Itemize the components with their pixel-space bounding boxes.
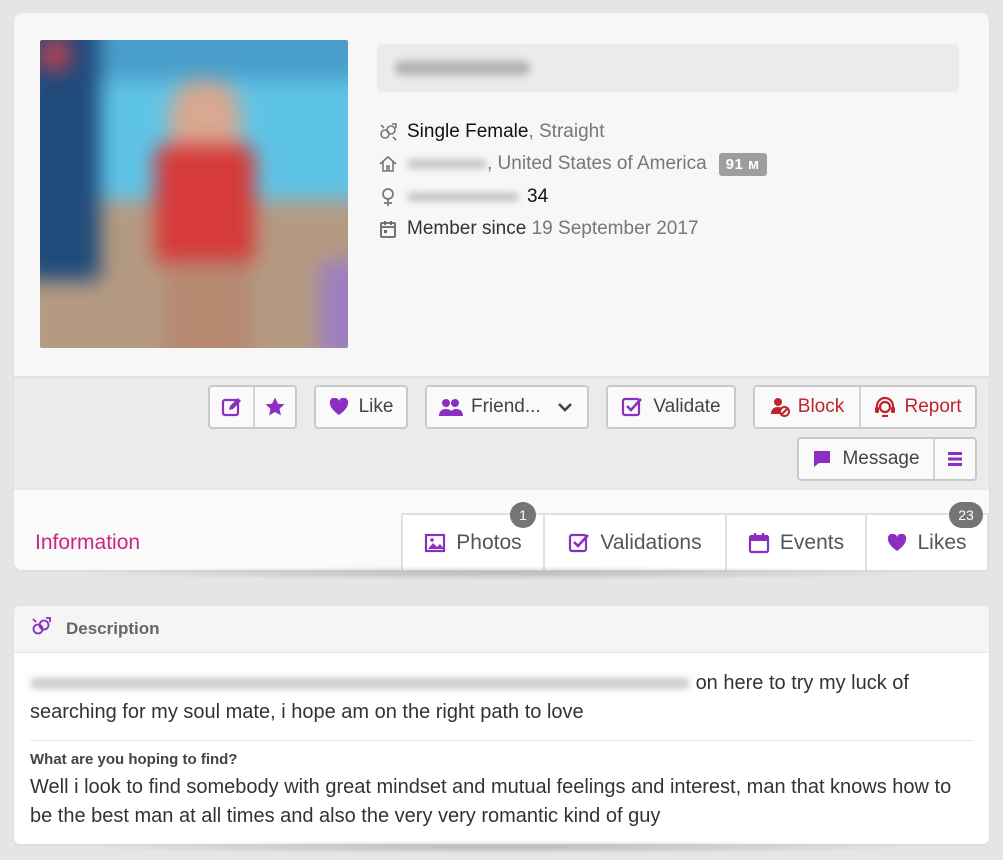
validate-button[interactable]: Validate (606, 385, 736, 429)
description-card: Description on here to try my luck of se… (14, 606, 989, 844)
location-row: , United States of America 91 м (377, 151, 767, 177)
tab-validations[interactable]: Validations (543, 513, 727, 570)
heart-icon (887, 533, 907, 552)
chat-icon (812, 449, 832, 469)
report-button[interactable]: Report (859, 387, 975, 427)
birth-blurred (407, 192, 519, 202)
calendar-icon (748, 532, 770, 554)
tab-photos-label: Photos (456, 530, 522, 554)
description-blurred (30, 678, 690, 690)
couple-icon (377, 121, 399, 143)
card-shadow (60, 566, 940, 580)
age-row: 34 (377, 184, 548, 210)
message-label: Message (842, 448, 920, 469)
checkbox-icon (568, 532, 590, 554)
orientation: , Straight (528, 121, 605, 142)
distance-badge: 91 м (718, 152, 767, 176)
report-label: Report (904, 396, 962, 417)
validate-label: Validate (653, 396, 721, 417)
member-since-label: Member since (407, 218, 527, 239)
favorite-button[interactable] (253, 387, 295, 427)
location-country: , United States of America (487, 153, 707, 174)
tab-likes-label: Likes (917, 530, 967, 554)
profile-name-blurred (395, 61, 530, 75)
edit-favorite-group (208, 385, 297, 429)
description-divider (30, 740, 974, 741)
tab-events[interactable]: Events (725, 513, 867, 570)
home-icon (377, 153, 399, 175)
like-label: Like (358, 396, 394, 417)
status-row: Single Female, Straight (377, 119, 605, 145)
actions-area: Like Friend... Validate Block Report Mes… (14, 378, 989, 490)
description-title: Description (66, 619, 160, 638)
friend-label: Friend... (471, 396, 541, 417)
tab-events-label: Events (779, 530, 845, 554)
question-answer: Well i look to find somebody with great … (30, 776, 952, 827)
block-report-group: Block Report (753, 385, 977, 429)
description-header: Description (14, 606, 989, 653)
city-blurred (407, 159, 487, 169)
tab-information[interactable]: Information (35, 531, 140, 555)
support-agent-icon (874, 396, 896, 418)
member-since-date: 19 September 2017 (531, 218, 699, 239)
checkbox-icon (621, 396, 643, 418)
photos-count-badge: 1 (510, 502, 536, 528)
profile-photo[interactable] (40, 40, 348, 348)
calendar-icon (377, 218, 399, 240)
member-row: Member since 19 September 2017 (377, 216, 699, 242)
likes-count-badge: 23 (949, 502, 983, 528)
tab-photos[interactable]: Photos 1 (401, 502, 545, 570)
card-shadow (60, 840, 940, 854)
profile-card: Single Female, Straight , United States … (14, 13, 989, 570)
friends-icon (439, 397, 463, 417)
tab-validations-label: Validations (600, 530, 702, 554)
block-user-icon (770, 397, 790, 417)
profile-name-box (377, 44, 959, 92)
like-button[interactable]: Like (314, 385, 408, 429)
message-group: Message (797, 437, 977, 481)
question-label: What are you hoping to find? (30, 751, 238, 768)
female-icon (377, 186, 399, 208)
more-menu-button[interactable] (933, 439, 975, 479)
tab-likes[interactable]: Likes 23 (865, 502, 989, 570)
block-button[interactable]: Block (755, 387, 859, 427)
chevron-down-icon (557, 401, 573, 413)
age-value: 34 (527, 186, 549, 207)
description-text: on here to try my luck of searching for … (30, 669, 970, 727)
star-icon (264, 396, 286, 418)
edit-note-button[interactable] (210, 387, 253, 427)
couple-icon (30, 616, 52, 643)
message-button[interactable]: Message (799, 439, 933, 479)
heart-icon (329, 398, 349, 416)
edit-icon (221, 396, 243, 418)
block-label: Block (797, 396, 845, 417)
friend-dropdown[interactable]: Friend... (425, 385, 589, 429)
tabs-area: Information Photos 1 Validations Events (14, 490, 989, 570)
menu-icon (946, 450, 964, 468)
relationship-status: Single Female (407, 121, 529, 142)
image-icon (424, 533, 446, 553)
